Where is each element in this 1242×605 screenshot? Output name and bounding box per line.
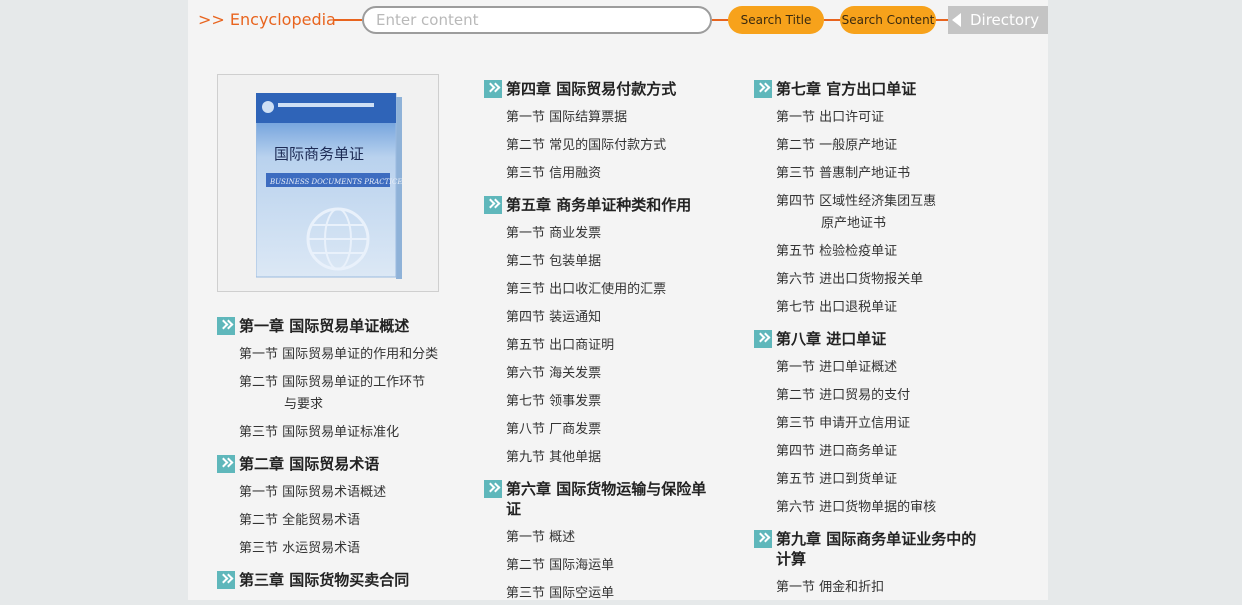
- toc-section-link[interactable]: 第三节 国际空运单: [506, 583, 614, 605]
- toc-section-link[interactable]: 第六节 海关发票: [506, 363, 601, 385]
- double-chevron-right-icon: [217, 317, 235, 335]
- search-input[interactable]: [362, 6, 712, 34]
- toc-chapter-title: 第八章 进口单证: [776, 330, 887, 348]
- svg-text:国际商务单证: 国际商务单证: [274, 145, 364, 163]
- search-content-button[interactable]: Search Content: [840, 6, 936, 34]
- search-bar: >> Encyclopedia Search Title Search Cont…: [188, 0, 1048, 40]
- svg-text:BUSINESS DOCUMENTS PRACTICE: BUSINESS DOCUMENTS PRACTICE: [269, 178, 402, 186]
- toc-chapter-title: 第二章 国际贸易术语: [239, 455, 380, 473]
- toc-section-link[interactable]: 第三节 出口收汇使用的汇票: [506, 279, 666, 301]
- toc-section-link[interactable]: 第二节 全能贸易术语: [239, 510, 360, 532]
- connector-line: [712, 19, 728, 21]
- toc-section-link[interactable]: 第一节 进口单证概述: [776, 357, 897, 379]
- double-chevron-right-icon: [484, 480, 502, 498]
- toc-chapter-title: 第五章 商务单证种类和作用: [506, 196, 692, 214]
- double-chevron-right-icon: [754, 530, 772, 548]
- toc-section-link[interactable]: 第三节 水运贸易术语: [239, 538, 360, 560]
- toc-section-continuation: 原产地证书: [821, 216, 887, 231]
- toc-section-link[interactable]: 第一节 佣金和折扣: [776, 577, 884, 599]
- toc-section-link[interactable]: 第一节 出口许可证: [776, 107, 884, 129]
- toc-chapter-title: 第四章 国际贸易付款方式: [506, 80, 677, 98]
- toc-section-link[interactable]: 第八节 厂商发票: [506, 419, 601, 441]
- toc-section-link[interactable]: 第四节 进口商务单证: [776, 441, 897, 463]
- toc-section-link[interactable]: 第四节 区域性经济集团互惠 原产地证书: [776, 191, 936, 235]
- arrow-left-icon: [952, 13, 961, 27]
- connector-line: [936, 19, 948, 21]
- double-chevron-right-icon: [217, 455, 235, 473]
- toc-section-link[interactable]: 第三节 普惠制产地证书: [776, 163, 910, 185]
- toc-section-link[interactable]: 第九节 其他单据: [506, 447, 601, 469]
- book-cover[interactable]: 国际商务单证 BUSINESS DOCUMENTS PRACTICE: [217, 74, 439, 292]
- toc-section-link[interactable]: 第二节 进口贸易的支付: [776, 385, 910, 407]
- toc-section-continuation: 与要求: [284, 397, 324, 412]
- toc-section-link[interactable]: 第七节 领事发票: [506, 391, 601, 413]
- double-chevron-right-icon: [754, 80, 772, 98]
- toc-section-link[interactable]: 第四节 装运通知: [506, 307, 601, 329]
- connector-line: [824, 19, 840, 21]
- double-chevron-right-icon: [217, 571, 235, 589]
- toc-chapter-title: 第三章 国际货物买卖合同: [239, 571, 410, 589]
- toc-section-link[interactable]: 第二节 国际海运单: [506, 555, 614, 577]
- encyclopedia-brand[interactable]: >> Encyclopedia: [198, 10, 336, 30]
- toc-section-link[interactable]: 第六节 进口货物单据的审核: [776, 497, 936, 519]
- toc-section-link[interactable]: 第六节 进出口货物报关单: [776, 269, 923, 291]
- toc-section-link[interactable]: 第三节 国际贸易单证标准化: [239, 422, 399, 444]
- toc-section-link[interactable]: 第一节 国际贸易术语概述: [239, 482, 386, 504]
- toc-section-link[interactable]: 第五节 检验检疫单证: [776, 241, 897, 263]
- toc-section-link[interactable]: 第三节 申请开立信用证: [776, 413, 910, 435]
- encyclopedia-page: >> Encyclopedia Search Title Search Cont…: [188, 0, 1048, 601]
- double-chevron-right-icon: [484, 196, 502, 214]
- double-chevron-right-icon: [484, 80, 502, 98]
- toc-section-link[interactable]: 第七节 出口退税单证: [776, 297, 897, 319]
- toc-section-link[interactable]: 第二节 国际贸易单证的工作环节 与要求: [239, 372, 425, 416]
- toc-section-link[interactable]: 第三节 信用融资: [506, 163, 601, 185]
- toc-chapter-title: 第七章 官方出口单证: [776, 80, 917, 98]
- toc-section-link[interactable]: 第一节 国际结算票据: [506, 107, 627, 129]
- toc-section-link[interactable]: 第一节 国际贸易单证的作用和分类: [239, 344, 438, 366]
- toc-section-link[interactable]: 第一节 商业发票: [506, 223, 601, 245]
- toc-chapter-title: 第六章 国际货物运输与保险单证: [506, 480, 707, 518]
- directory-tab[interactable]: Directory: [948, 6, 1048, 34]
- search-title-button[interactable]: Search Title: [728, 6, 824, 34]
- toc-section-link[interactable]: 第五节 进口到货单证: [776, 469, 897, 491]
- double-chevron-right-icon: [754, 330, 772, 348]
- toc-section-link[interactable]: 第二节 一般原产地证: [776, 135, 897, 157]
- toc-chapter-title: 第一章 国际贸易单证概述: [239, 317, 410, 335]
- toc-section-link[interactable]: 第一节 概述: [506, 527, 575, 549]
- toc-section-link[interactable]: 第二节 常见的国际付款方式: [506, 135, 666, 157]
- book-cover-image: 国际商务单证 BUSINESS DOCUMENTS PRACTICE: [256, 93, 402, 279]
- directory-label: Directory: [970, 11, 1040, 29]
- toc-chapter-title: 第九章 国际商务单证业务中的 计算: [776, 530, 977, 568]
- connector-line: [334, 19, 362, 21]
- toc-section-link[interactable]: 第二节 包装单据: [506, 251, 601, 273]
- toc-section-link[interactable]: 第五节 出口商证明: [506, 335, 614, 357]
